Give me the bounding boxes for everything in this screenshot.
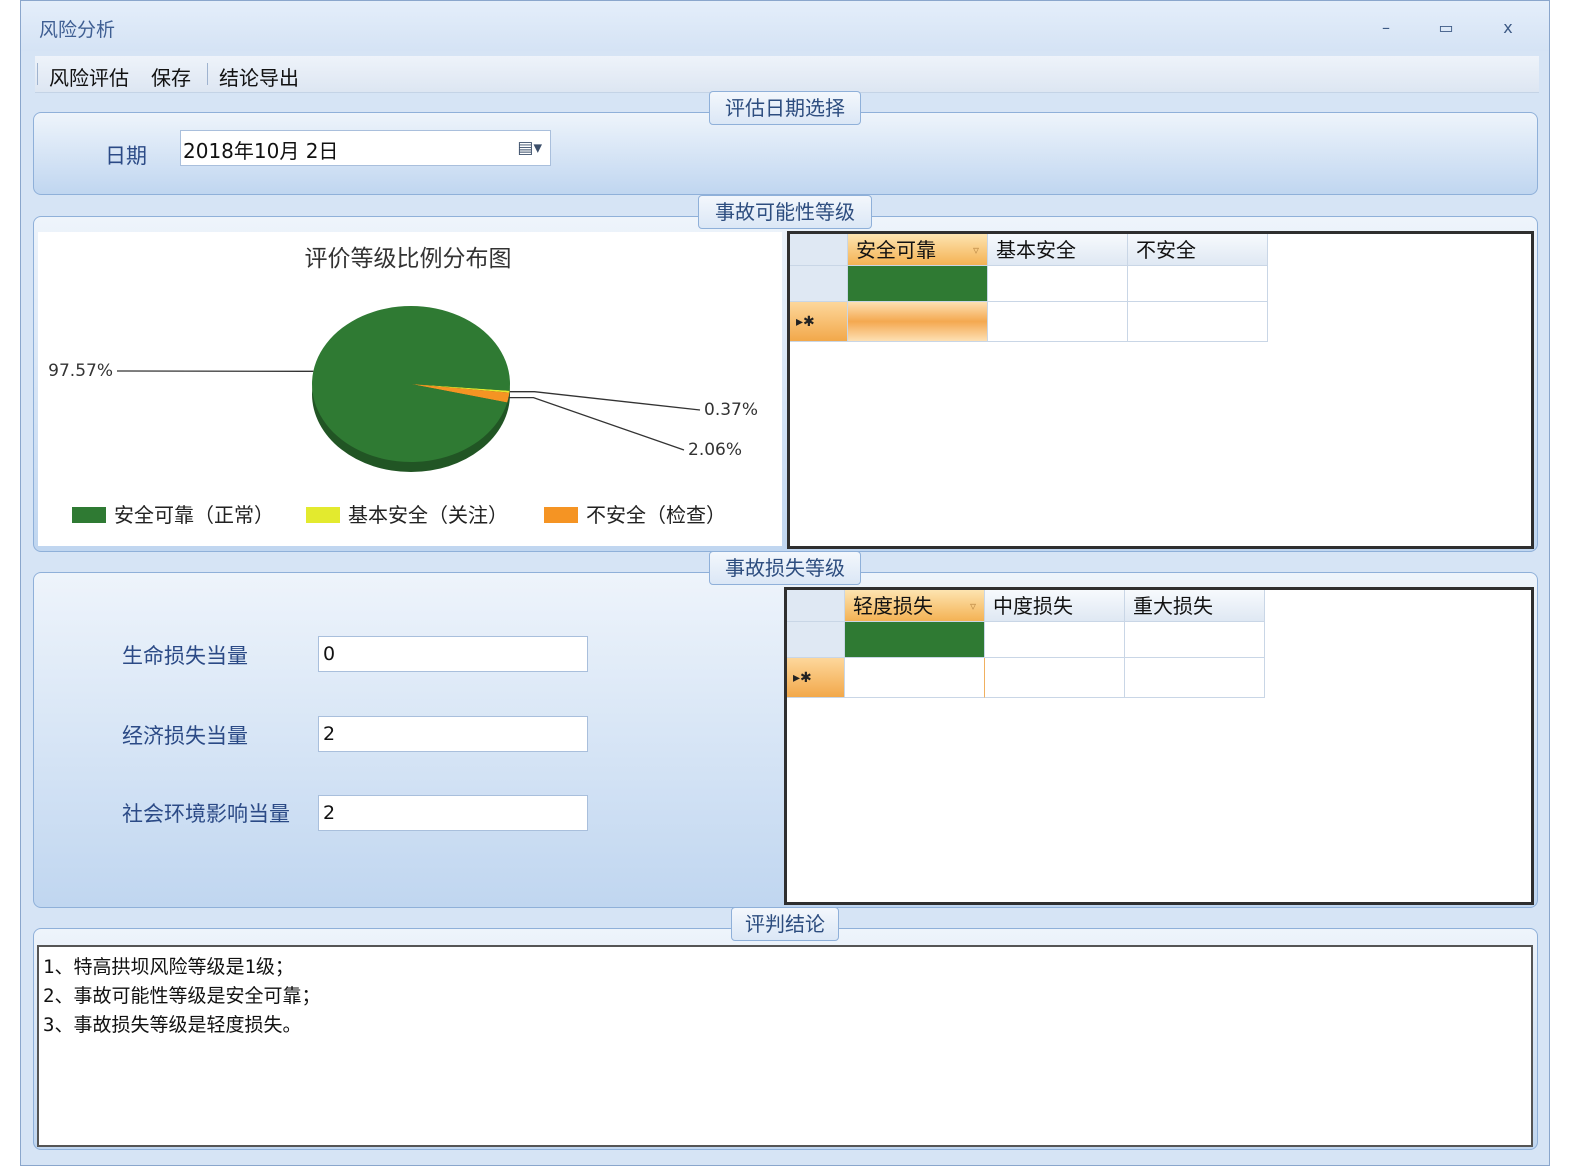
date-picker[interactable]: 2018年10月 2日 ▤▾ [180,130,551,166]
grid-cell[interactable] [1128,302,1268,342]
calendar-dropdown-icon[interactable]: ▤▾ [517,138,542,158]
new-row-marker[interactable]: ▸✱ [787,658,845,698]
close-button[interactable]: x [1495,17,1521,39]
column-header-light-loss[interactable]: 轻度损失 ▿ [845,590,985,622]
loss-grid[interactable]: 轻度损失 ▿ 中度损失 重大损失 ▸✱ [784,587,1534,905]
date-label: 日期 [105,144,147,168]
legend-label: 不安全（检查） [586,503,726,527]
pie-data-label: 2.06% [688,440,742,460]
probability-grid[interactable]: 安全可靠 ▿ 基本安全 不安全 ▸✱ [787,231,1534,549]
loss-section-legend: 事故损失等级 [709,551,861,585]
grid-cell[interactable] [988,266,1128,302]
pie-slice [311,306,510,463]
column-header-safe[interactable]: 安全可靠 ▿ [848,234,988,266]
filter-icon[interactable]: ▿ [973,234,979,266]
conclusion-line: 2、事故可能性等级是安全可靠； [43,985,321,1007]
menu-separator [37,63,38,85]
grid-corner[interactable] [787,590,845,622]
title-bar: 风险分析 – ▭ x [21,1,1549,51]
legend-label: 安全可靠（正常） [114,503,274,527]
grid-cell[interactable] [988,302,1128,342]
new-row-marker[interactable]: ▸✱ [790,302,848,342]
filter-icon[interactable]: ▿ [970,590,976,622]
menu-risk-assessment[interactable]: 风险评估 [49,62,129,91]
social-impact-input[interactable]: 2 [318,795,588,831]
date-section-legend: 评估日期选择 [709,91,861,125]
column-header-major-loss[interactable]: 重大损失 [1125,590,1265,622]
grid-cell[interactable] [1125,622,1265,658]
economic-loss-input[interactable]: 2 [318,716,588,752]
pie-chart-area: 评价等级比例分布图 97.57% 0.37% 2.06% 安全可靠（正常） 基本安全（… [38,232,782,546]
conclusion-line: 1、特高拱坝风险等级是1级； [43,956,294,978]
legend-label: 基本安全（关注） [348,503,508,527]
pie-data-label: 0.37% [704,400,758,420]
grid-cell[interactable] [985,622,1125,658]
pie-leader-line [509,391,701,411]
grid-cell[interactable] [1125,658,1265,698]
column-header-moderate-loss[interactable]: 中度损失 [985,590,1125,622]
grid-cell-active[interactable] [845,658,985,698]
window-title: 风险分析 [39,19,116,41]
legend-swatch [306,507,340,523]
pie-chart: 评价等级比例分布图 97.57% 0.37% 2.06% 安全可靠（正常） 基本安全（… [48,246,758,527]
life-loss-input[interactable]: 0 [318,636,588,672]
date-value: 2018年10月 2日 [183,139,339,163]
legend-swatch [72,507,106,523]
pie-data-label: 97.57% [48,361,113,381]
economic-loss-label: 经济损失当量 [122,724,248,748]
menu-export-conclusion[interactable]: 结论导出 [219,62,299,91]
minimize-button[interactable]: – [1373,17,1399,39]
conclusion-textbox[interactable]: 1、特高拱坝风险等级是1级； 2、事故可能性等级是安全可靠； 3、事故损失等级是… [37,945,1533,1147]
chart-title: 评价等级比例分布图 [305,246,512,272]
grid-cell-light-loss[interactable] [845,622,985,658]
menu-bar: 风险评估 保存 结论导出 [35,56,1539,93]
menu-save[interactable]: 保存 [151,62,191,91]
social-impact-label: 社会环境影响当量 [122,802,290,826]
column-header-label: 轻度损失 [853,594,933,618]
legend-swatch [544,507,578,523]
row-header[interactable] [790,266,848,302]
life-loss-label: 生命损失当量 [122,644,248,668]
maximize-button[interactable]: ▭ [1433,17,1459,39]
conclusion-line: 3、事故损失等级是轻度损失。 [43,1014,302,1036]
menu-separator [207,63,208,85]
grid-cell-safe[interactable] [848,266,988,302]
grid-cell[interactable] [985,658,1125,698]
probability-section-legend: 事故可能性等级 [698,195,872,229]
column-header-label: 安全可靠 [856,238,936,262]
column-header-unsafe[interactable]: 不安全 [1128,234,1268,266]
grid-corner[interactable] [790,234,848,266]
conclusion-section-legend: 评判结论 [731,907,839,941]
grid-cell[interactable] [1128,266,1268,302]
row-header[interactable] [787,622,845,658]
grid-cell-active[interactable] [848,302,988,342]
column-header-basic-safe[interactable]: 基本安全 [988,234,1128,266]
